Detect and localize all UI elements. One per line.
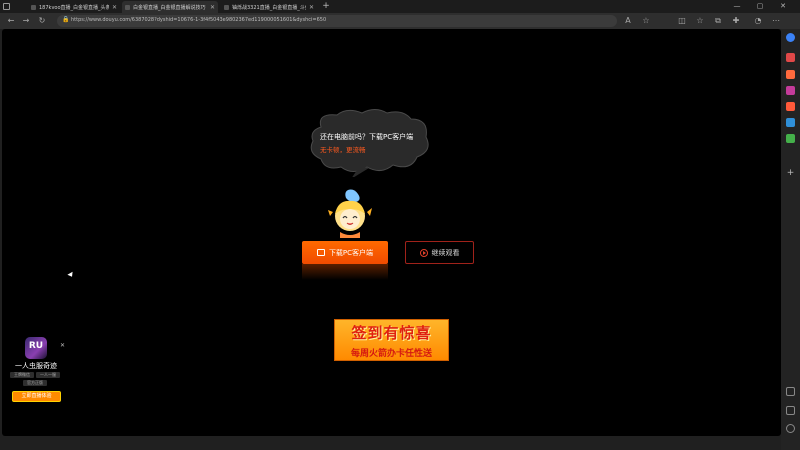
forward-arrow-icon[interactable]: → <box>20 15 32 27</box>
open-external-icon[interactable] <box>786 406 795 415</box>
page-viewport <box>2 29 781 436</box>
button-reflection <box>302 264 388 280</box>
browser-toolbar: ← → ↻ 🔒 https://www.douyu.com/6387028?dy… <box>0 13 800 29</box>
ad-tag: 官方正版 <box>23 380 47 386</box>
tab-favicon-icon <box>224 4 229 10</box>
tab-favicon-icon <box>125 4 130 10</box>
mascot-character-icon <box>328 189 372 238</box>
tab-actions-icon[interactable] <box>3 3 10 10</box>
split-screen-icon[interactable]: ◫ <box>676 15 688 27</box>
outlook-icon[interactable] <box>786 118 795 127</box>
tab-title: 白金银直播_白金银直播解说技巧 <box>133 4 206 11</box>
search-icon[interactable] <box>786 33 795 42</box>
window-close-icon[interactable]: ✕ <box>772 0 794 13</box>
monitor-icon <box>316 249 325 256</box>
add-icon[interactable]: + <box>786 169 795 178</box>
tab-favicon-icon <box>31 4 36 10</box>
profile-icon[interactable]: ◔ <box>752 15 764 27</box>
browser-sidebar: + <box>781 29 800 450</box>
url-text[interactable]: https://www.douyu.com/6387028?dyshid=106… <box>71 17 326 23</box>
hide-sidebar-icon[interactable] <box>786 387 795 396</box>
prompt-text: 还在电脑前吗？下载PC客户端 <box>320 133 414 141</box>
tab-strip: 187kvoo直播_白金银直播_头条直播 ✕ 白金银直播_白金银直播解说技巧 ✕… <box>0 0 800 13</box>
ad-play-button[interactable]: 立即直播体验 <box>12 391 61 402</box>
game-logo-text: RU <box>28 341 44 351</box>
more-menu-icon[interactable]: ⋯ <box>770 15 782 27</box>
apps-icon[interactable] <box>786 134 795 143</box>
checkin-banner[interactable]: 签到有惊喜 每周火箭办卡任性送 <box>334 319 449 361</box>
download-client-label: 下载PC客户端 <box>328 248 374 257</box>
continue-watching-label: 继续观看 <box>431 248 460 257</box>
banner-subtitle: 每周火箭办卡任性送 <box>350 349 432 359</box>
tab-1[interactable]: 187kvoo直播_白金银直播_头条直播 ✕ <box>28 1 120 13</box>
lock-icon: 🔒 <box>62 16 70 23</box>
close-icon[interactable]: ✕ <box>60 342 65 349</box>
tab-close-icon[interactable]: ✕ <box>112 4 117 11</box>
prompt-subtext: 无卡顿，更流畅 <box>320 146 366 154</box>
game-logo-icon[interactable]: RU <box>25 337 47 359</box>
shopping-icon[interactable] <box>786 53 795 62</box>
address-bar[interactable]: 🔒 https://www.douyu.com/6387028?dyshid=1… <box>57 15 617 27</box>
read-aloud-icon[interactable]: A <box>622 15 634 27</box>
cloud-bubble-shape <box>310 109 429 177</box>
tab-close-icon[interactable]: ✕ <box>210 4 215 11</box>
maximize-icon[interactable]: ▢ <box>749 0 771 13</box>
back-arrow-icon[interactable]: ← <box>5 15 17 27</box>
banner-title: 签到有惊喜 <box>351 324 432 342</box>
play-icon <box>419 248 428 257</box>
star-icon[interactable]: ☆ <box>640 15 652 27</box>
game-ad-widget[interactable]: RU ✕ 一人虫服奇迹 王牌微信 一人一服 官方正版 立即直播体验 <box>8 337 68 407</box>
tab-close-icon[interactable]: ✕ <box>309 4 314 11</box>
ad-tag: 王牌微信 <box>10 372 34 378</box>
refresh-icon[interactable]: ↻ <box>36 15 48 27</box>
ad-title: 一人虫服奇迹 <box>15 362 57 370</box>
new-tab-icon[interactable]: + <box>320 1 332 13</box>
tab-3[interactable]: 铀烁战3321直播_白金银直播_斗鱼 ✕ <box>221 1 317 13</box>
settings-gear-icon[interactable] <box>786 424 795 433</box>
ad-tag: 一人一服 <box>36 372 60 378</box>
office-icon[interactable] <box>786 102 795 111</box>
tab-2[interactable]: 白金银直播_白金银直播解说技巧 ✕ <box>122 1 218 13</box>
download-client-button[interactable]: 下载PC客户端 <box>302 241 388 264</box>
tab-title: 187kvoo直播_白金银直播_头条直播 <box>39 4 109 11</box>
continue-watching-button[interactable]: 继续观看 <box>405 241 474 264</box>
games-icon[interactable] <box>786 86 795 95</box>
minimize-icon[interactable]: — <box>726 0 748 13</box>
tab-title: 铀烁战3321直播_白金银直播_斗鱼 <box>232 4 306 11</box>
collections-icon[interactable]: ⧉ <box>712 15 724 27</box>
favorites-icon[interactable]: ☆ <box>694 15 706 27</box>
extensions-icon[interactable]: ✚ <box>730 15 742 27</box>
download-prompt-bubble: 还在电脑前吗？下载PC客户端 无卡顿，更流畅 <box>307 107 432 177</box>
tools-icon[interactable] <box>786 70 795 79</box>
